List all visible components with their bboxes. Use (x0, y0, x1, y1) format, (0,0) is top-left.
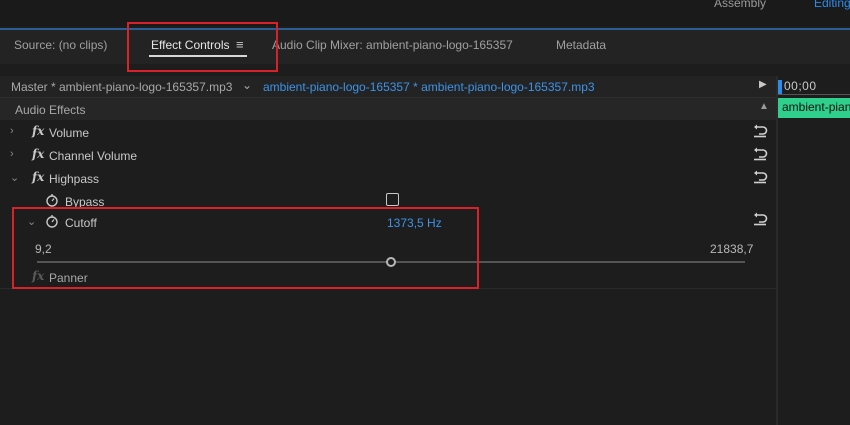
param-row-cutoff: ⌄ Cutoff 1373,5 Hz (0, 211, 776, 233)
effect-label: Channel Volume (49, 149, 138, 163)
reset-icon[interactable] (752, 170, 768, 184)
playhead[interactable] (778, 80, 782, 94)
workspace-tab-editing[interactable]: Editing (814, 0, 850, 10)
panel-separator (0, 288, 776, 289)
play-arrow-icon[interactable]: ▶ (759, 79, 767, 90)
reset-icon[interactable] (752, 147, 768, 161)
active-tab-underline (149, 55, 247, 57)
param-row-bypass: Bypass (0, 190, 776, 212)
effect-row-channel-volume[interactable]: › fx Channel Volume (0, 144, 776, 166)
effect-label: Volume (49, 126, 90, 140)
effect-label: Panner (49, 271, 88, 285)
cutoff-range-max: 21838,7 (710, 242, 754, 256)
param-label-cutoff: Cutoff (65, 216, 97, 230)
effect-label: Highpass (49, 172, 100, 186)
fx-icon[interactable]: fx (32, 269, 44, 283)
fx-icon[interactable]: fx (32, 147, 44, 161)
cutoff-range-min: 9,2 (35, 242, 52, 256)
chevron-right-icon[interactable]: › (10, 148, 14, 160)
panel-tab-bar: Source: (no clips) Effect Controls ≡ Aud… (0, 30, 850, 64)
param-label-bypass: Bypass (65, 195, 105, 209)
scroll-up-icon[interactable]: ▲ (759, 101, 769, 112)
tab-effect-controls[interactable]: Effect Controls (151, 38, 229, 52)
chevron-down-icon[interactable]: ⌄ (10, 171, 19, 184)
reset-icon[interactable] (752, 212, 768, 226)
workspace-tab-assembly[interactable]: Assembly (714, 0, 766, 10)
timecode: 00;00 (784, 79, 817, 93)
fx-icon[interactable]: fx (32, 124, 44, 138)
audio-effects-header: Audio Effects ▲ (0, 98, 776, 120)
bypass-checkbox[interactable] (386, 193, 399, 206)
workspace-bar: Assembly Editing (0, 0, 850, 26)
effect-row-panner[interactable]: fx Panner (0, 266, 776, 288)
master-clip-label[interactable]: Master * ambient-piano-logo-165357.mp3 (11, 80, 232, 94)
chevron-down-icon[interactable]: ⌄ (27, 215, 36, 228)
hamburger-menu-icon[interactable]: ≡ (236, 37, 244, 52)
effect-row-volume[interactable]: › fx Volume (0, 121, 776, 143)
effect-row-highpass[interactable]: ⌄ fx Highpass (0, 167, 776, 189)
sequence-bar: Master * ambient-piano-logo-165357.mp3 ⌄… (0, 76, 776, 98)
section-title: Audio Effects (15, 103, 86, 117)
stopwatch-icon[interactable] (45, 193, 59, 207)
sequence-clip-label[interactable]: ambient-piano-logo-165357 * ambient-pian… (263, 80, 595, 94)
cutoff-value-field[interactable]: 1373,5 Hz (387, 216, 442, 230)
tab-metadata[interactable]: Metadata (556, 38, 606, 52)
stopwatch-icon[interactable] (45, 214, 59, 228)
chevron-down-icon[interactable]: ⌄ (242, 78, 252, 92)
tab-audio-clip-mixer[interactable]: Audio Clip Mixer: ambient-piano-logo-165… (272, 38, 513, 52)
mini-timeline[interactable]: 00;00 ambient-piano-logo-165357.mp3 (778, 76, 850, 425)
tab-source[interactable]: Source: (no clips) (14, 38, 107, 52)
chevron-right-icon[interactable]: › (10, 125, 14, 137)
fx-icon[interactable]: fx (32, 170, 44, 184)
reset-icon[interactable] (752, 124, 768, 138)
timeline-clip[interactable]: ambient-piano-logo-165357.mp3 (778, 98, 850, 118)
